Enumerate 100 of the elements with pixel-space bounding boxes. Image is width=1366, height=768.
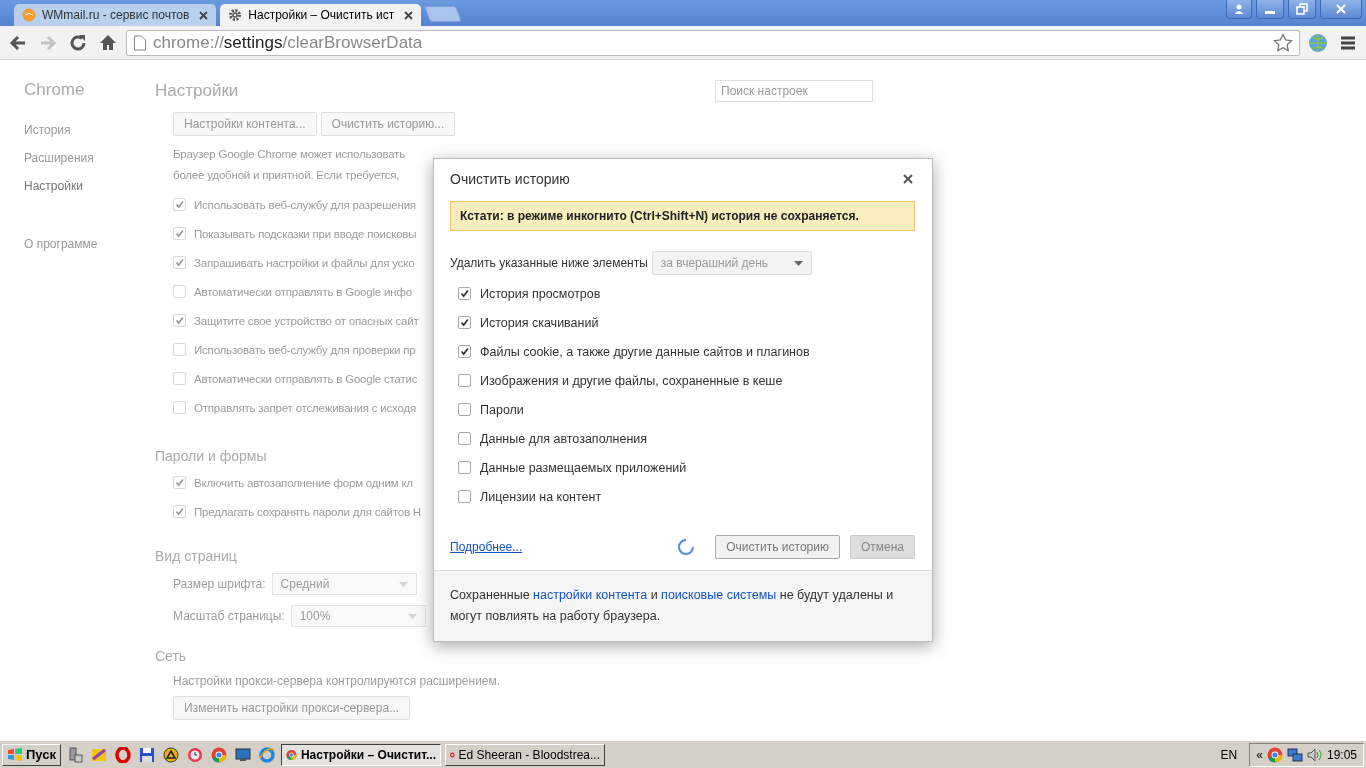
- minimize-button[interactable]: [1256, 0, 1284, 19]
- new-tab-button[interactable]: [424, 6, 463, 22]
- settings-button[interactable]: Настройки контента...: [173, 112, 317, 136]
- checkbox[interactable]: [173, 372, 186, 385]
- proxy-settings-button[interactable]: Изменить настройки прокси-сервера...: [173, 696, 411, 720]
- settings-button[interactable]: Очистить историю...: [320, 112, 456, 136]
- star-icon[interactable]: [1273, 32, 1293, 53]
- volume-icon[interactable]: [1306, 746, 1323, 763]
- checkbox[interactable]: [458, 490, 471, 503]
- tray-expand-button[interactable]: «: [1256, 747, 1263, 762]
- browser-tray-icon[interactable]: [1266, 746, 1283, 763]
- option-label: Файлы cookie, а также другие данные сайтов и плагинов: [480, 344, 810, 359]
- loading-spinner: [677, 538, 696, 556]
- option-label: Запрашивать настройки и файлы для уско: [194, 256, 415, 269]
- zoom-select[interactable]: 100%: [290, 605, 426, 627]
- dropdown-caret-icon: [407, 613, 417, 619]
- period-select[interactable]: за вчерашний день: [651, 251, 812, 275]
- checkbox[interactable]: [173, 314, 186, 327]
- option-label: Включить автозаполнение форм одним кл: [194, 476, 413, 489]
- sidebar-item[interactable]: История: [0, 118, 130, 142]
- close-tab-icon[interactable]: [404, 10, 414, 20]
- proxy-note: Настройки прокси-сервера контролируются расширением.: [173, 674, 501, 688]
- checkbox[interactable]: [173, 256, 186, 269]
- search-field[interactable]: Поиск настроек: [715, 80, 873, 102]
- checkbox[interactable]: [458, 316, 471, 329]
- option-label: Использовать веб-службу для разрешения: [194, 198, 416, 211]
- option-label: Предлагать сохранять пароли для сайтов Н: [194, 505, 421, 518]
- option-label: Автоматически отправлять в Google статис: [194, 372, 418, 385]
- field-label: Масштаб страницы:: [173, 609, 285, 623]
- section-title: Сеть: [155, 648, 187, 664]
- close-icon: [1335, 3, 1347, 15]
- option-label: Изображения и другие файлы, сохраненные в кеше: [480, 373, 783, 388]
- sidebar-item[interactable]: О программе: [0, 232, 130, 256]
- restore-icon: [1296, 3, 1308, 15]
- option-label: Автоматически отправлять в Google инфо: [194, 285, 412, 298]
- footer-link[interactable]: поисковые системы: [661, 588, 777, 602]
- taskbar-button[interactable]: Настройки – Очистит...: [281, 743, 441, 766]
- option-label: Защитите свое устройство от опасных сайт: [194, 314, 419, 327]
- checkbox[interactable]: [173, 505, 186, 518]
- checkbox[interactable]: [173, 285, 186, 298]
- period-label: Удалить указанные ниже элементы: [450, 256, 648, 270]
- browser-tab[interactable]: Настройки – Очистить ист: [220, 4, 422, 26]
- sidebar-item[interactable]: Расширения: [0, 146, 130, 170]
- checkbox[interactable]: [173, 476, 186, 489]
- minimize-icon: [1265, 10, 1275, 14]
- dropdown-caret-icon: [398, 581, 408, 587]
- checkbox[interactable]: [458, 432, 471, 445]
- footer-link[interactable]: настройки контента: [533, 588, 648, 602]
- sidebar-item[interactable]: Настройки: [0, 174, 130, 198]
- option-label: Данные размещаемых приложений: [480, 460, 687, 475]
- ring-icon[interactable]: [259, 746, 275, 763]
- flag-icon: [7, 747, 23, 762]
- option-label: Данные для автозаполнения: [480, 431, 648, 446]
- footer-note: Сохраненные настройки контента и поисковые системы не будут удалены и могут повлиять на работу браузера.: [434, 570, 932, 641]
- gear-icon: [228, 8, 243, 22]
- more-link[interactable]: Подробнее...: [450, 540, 523, 554]
- triangle-circle-icon[interactable]: [163, 746, 179, 763]
- incognito-notice: Кстати: в режиме инкогнито (Ctrl+Shift+N) история не сохраняется.: [450, 201, 915, 231]
- option-label: История скачиваний: [480, 315, 599, 330]
- option-label: Показывать подсказки при вводе поисковы: [194, 227, 417, 240]
- option-label: Использовать веб-службу для проверки пр: [194, 343, 416, 356]
- checkbox[interactable]: [458, 287, 471, 300]
- dropdown-caret-icon: [793, 260, 803, 266]
- taskbar-button[interactable]: Ed Sheeran - Bloodstrea...: [445, 743, 605, 766]
- checkbox[interactable]: [458, 374, 471, 387]
- checkbox[interactable]: [458, 403, 471, 416]
- field-label: Размер шрифта:: [173, 577, 266, 591]
- description-line: Браузер Google Chrome может использовать: [173, 147, 405, 162]
- colorful-app-icon[interactable]: [91, 746, 107, 763]
- restore-button[interactable]: [1288, 0, 1316, 19]
- checkbox[interactable]: [458, 345, 471, 358]
- close-icon[interactable]: [901, 172, 915, 186]
- monitor-icon[interactable]: [235, 746, 251, 763]
- option-label: История просмотров: [480, 286, 601, 301]
- browser-tab[interactable]: WMmail.ru - сервис почтов: [14, 4, 217, 26]
- close-button[interactable]: [1320, 0, 1362, 19]
- browser-icon[interactable]: [211, 746, 227, 763]
- server-icon[interactable]: [67, 746, 83, 763]
- checkbox[interactable]: [173, 401, 186, 414]
- close-tab-icon[interactable]: [199, 10, 209, 20]
- option-label: Пароли: [480, 402, 524, 417]
- address-bar[interactable]: chrome://settings/clearBrowserData: [126, 29, 1300, 56]
- checkbox[interactable]: [458, 461, 471, 474]
- clock: 19:05: [1326, 747, 1357, 762]
- font-size-select[interactable]: Средний: [271, 573, 417, 595]
- option-label: Лицензии на контент: [480, 489, 602, 504]
- section-title: Пароли и формы: [155, 448, 267, 464]
- language-indicator[interactable]: EN: [1220, 747, 1238, 762]
- user-icon[interactable]: [1226, 0, 1252, 19]
- sidebar-title: Chrome: [23, 80, 86, 100]
- start-button[interactable]: Пуск: [2, 743, 61, 766]
- page-icon: [133, 34, 147, 51]
- option-label: Отправлять запрет отслеживания с исходя: [194, 401, 416, 414]
- checkbox[interactable]: [173, 227, 186, 240]
- clock-icon[interactable]: [187, 746, 203, 763]
- checkbox[interactable]: [173, 343, 186, 356]
- oval-ring-icon[interactable]: [115, 746, 131, 763]
- ball-icon: [22, 8, 36, 22]
- checkbox[interactable]: [173, 198, 186, 211]
- network-icon[interactable]: [1286, 746, 1303, 763]
